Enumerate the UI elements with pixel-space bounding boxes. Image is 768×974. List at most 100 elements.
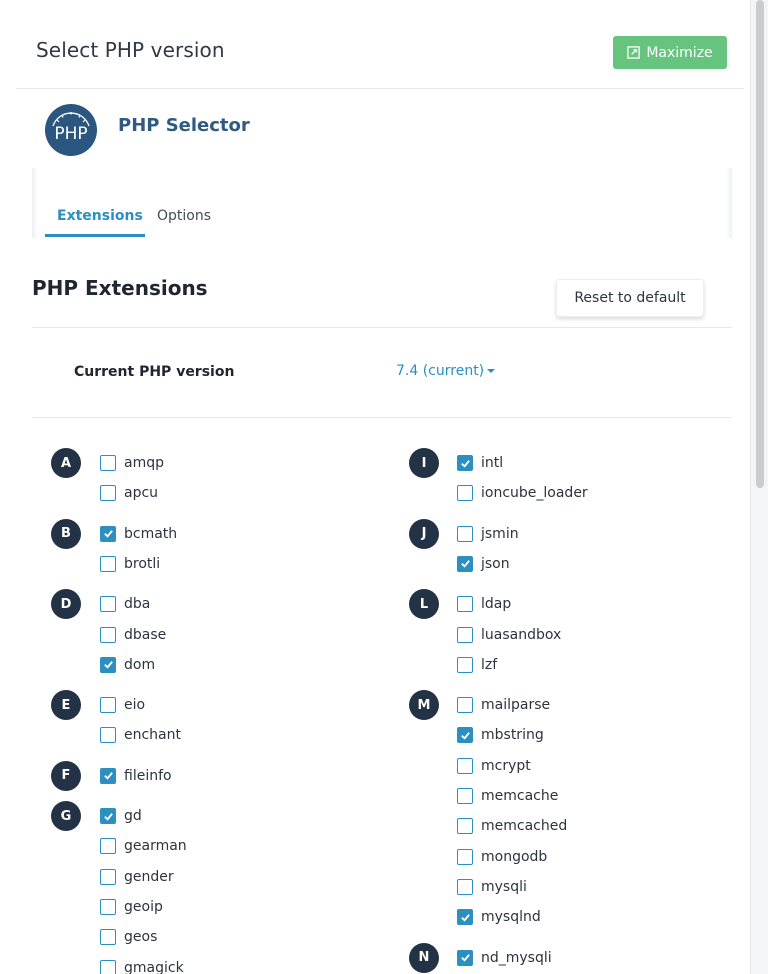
scrollbar[interactable] — [750, 0, 768, 974]
tab-options[interactable]: Options — [157, 208, 211, 224]
extension-row-enchant[interactable]: enchant — [100, 723, 181, 747]
extension-checkbox[interactable] — [100, 808, 116, 824]
checkmark-icon — [460, 560, 470, 568]
extension-row-json[interactable]: json — [457, 552, 510, 576]
extension-label: luasandbox — [481, 626, 562, 643]
extension-row-mailparse[interactable]: mailparse — [457, 693, 550, 717]
extension-checkbox[interactable] — [457, 757, 473, 774]
extension-checkbox[interactable] — [457, 848, 473, 865]
extension-checkbox[interactable] — [457, 455, 473, 471]
extension-row-geos[interactable]: geos — [100, 925, 157, 949]
maximize-button[interactable]: Maximize — [613, 36, 727, 69]
extension-row-ldap[interactable]: ldap — [457, 592, 511, 616]
extension-row-nd-mysqli[interactable]: nd_mysqli — [457, 946, 552, 970]
extension-label: ioncube_loader — [481, 485, 588, 502]
letter-badge-m: M — [409, 690, 439, 721]
checkmark-icon — [460, 732, 470, 740]
checkmark-icon — [460, 913, 470, 922]
extension-checkbox[interactable] — [457, 878, 473, 895]
extension-checkbox[interactable] — [100, 697, 116, 714]
extension-row-gender[interactable]: gender — [100, 865, 174, 889]
extension-checkbox[interactable] — [457, 788, 473, 804]
extension-label: jsmin — [481, 525, 519, 542]
letter-badge-i: I — [409, 448, 439, 478]
extension-row-lzf[interactable]: lzf — [457, 653, 497, 677]
scrollbar-thumb[interactable] — [756, 0, 764, 488]
letter-badge-n: N — [409, 942, 439, 973]
extension-checkbox[interactable] — [100, 727, 116, 744]
extension-row-eio[interactable]: eio — [100, 693, 145, 717]
extension-label: ldap — [481, 596, 512, 613]
extension-row-amqp[interactable]: amqp — [100, 451, 164, 475]
page-title: Select PHP version — [36, 38, 225, 62]
extension-row-gearman[interactable]: gearman — [100, 834, 187, 858]
app-name: PHP Selector — [118, 115, 250, 136]
extension-label: mongodb — [481, 848, 548, 865]
extension-row-dom[interactable]: dom — [100, 653, 155, 677]
section-title: PHP Extensions — [32, 276, 208, 300]
maximize-label: Maximize — [646, 44, 713, 61]
extension-checkbox[interactable] — [100, 485, 116, 502]
extension-checkbox[interactable] — [100, 898, 116, 915]
extension-checkbox[interactable] — [100, 868, 116, 885]
extension-checkbox[interactable] — [100, 555, 116, 572]
extension-checkbox[interactable] — [100, 929, 116, 946]
extension-label: memcached — [481, 818, 568, 835]
extension-row-memcache[interactable]: memcache — [457, 784, 558, 808]
tab-extensions[interactable]: Extensions — [57, 208, 143, 224]
extension-row-mysqli[interactable]: mysqli — [457, 875, 527, 899]
extension-checkbox[interactable] — [457, 596, 473, 613]
extension-checkbox[interactable] — [457, 626, 473, 643]
checkmark-icon — [103, 772, 113, 780]
extension-label: mcrypt — [481, 757, 531, 774]
extension-label: nd_mysqli — [481, 949, 552, 966]
extension-checkbox[interactable] — [457, 909, 473, 926]
extension-checkbox[interactable] — [457, 555, 473, 572]
extension-label: amqp — [124, 455, 164, 471]
extension-row-apcu[interactable]: apcu — [100, 481, 158, 505]
extension-label: bcmath — [124, 525, 178, 542]
extension-row-gd[interactable]: gd — [100, 804, 142, 828]
php-logo-text: PHP — [54, 124, 87, 144]
extension-checkbox[interactable] — [100, 455, 116, 471]
extension-row-intl[interactable]: intl — [457, 451, 503, 475]
extension-checkbox[interactable] — [100, 838, 116, 855]
extension-row-gmagick[interactable]: gmagick — [100, 956, 184, 974]
extension-checkbox[interactable] — [457, 656, 473, 673]
extension-checkbox[interactable] — [457, 697, 473, 714]
extension-checkbox[interactable] — [100, 767, 116, 784]
extension-label: dom — [124, 656, 156, 673]
extension-checkbox[interactable] — [457, 727, 473, 744]
extension-checkbox[interactable] — [100, 626, 116, 643]
extension-label: mysqli — [481, 878, 527, 895]
extension-row-dbase[interactable]: dbase — [100, 623, 166, 647]
extension-checkbox[interactable] — [100, 596, 116, 613]
letter-badge-g: G — [51, 801, 81, 831]
extension-checkbox[interactable] — [457, 525, 473, 542]
extension-row-dba[interactable]: dba — [100, 592, 150, 616]
extension-row-jsmin[interactable]: jsmin — [457, 522, 519, 546]
extension-row-mongodb[interactable]: mongodb — [457, 845, 547, 869]
extension-label: memcache — [481, 788, 559, 804]
extension-row-luasandbox[interactable]: luasandbox — [457, 623, 561, 647]
extension-row-mysqlnd[interactable]: mysqlnd — [457, 905, 541, 929]
extension-checkbox[interactable] — [457, 949, 473, 966]
extension-row-bcmath[interactable]: bcmath — [100, 522, 177, 546]
extension-row-fileinfo[interactable]: fileinfo — [100, 764, 172, 788]
extension-row-mbstring[interactable]: mbstring — [457, 723, 544, 747]
version-divider — [32, 417, 732, 418]
extension-checkbox[interactable] — [100, 525, 116, 542]
extension-checkbox[interactable] — [457, 485, 473, 502]
extension-row-memcached[interactable]: memcached — [457, 814, 567, 838]
extension-row-brotli[interactable]: brotli — [100, 552, 160, 576]
extension-row-ioncube-loader[interactable]: ioncube_loader — [457, 481, 588, 505]
reset-to-default-button[interactable]: Reset to default — [556, 279, 704, 317]
letter-badge-d: D — [51, 589, 81, 620]
extension-label: gender — [124, 868, 174, 885]
extension-row-geoip[interactable]: geoip — [100, 895, 163, 919]
extension-checkbox[interactable] — [100, 959, 116, 974]
extension-checkbox[interactable] — [457, 818, 473, 835]
extension-row-mcrypt[interactable]: mcrypt — [457, 754, 531, 778]
php-version-dropdown[interactable]: 7.4 (current) — [396, 363, 496, 379]
extension-checkbox[interactable] — [100, 656, 116, 673]
